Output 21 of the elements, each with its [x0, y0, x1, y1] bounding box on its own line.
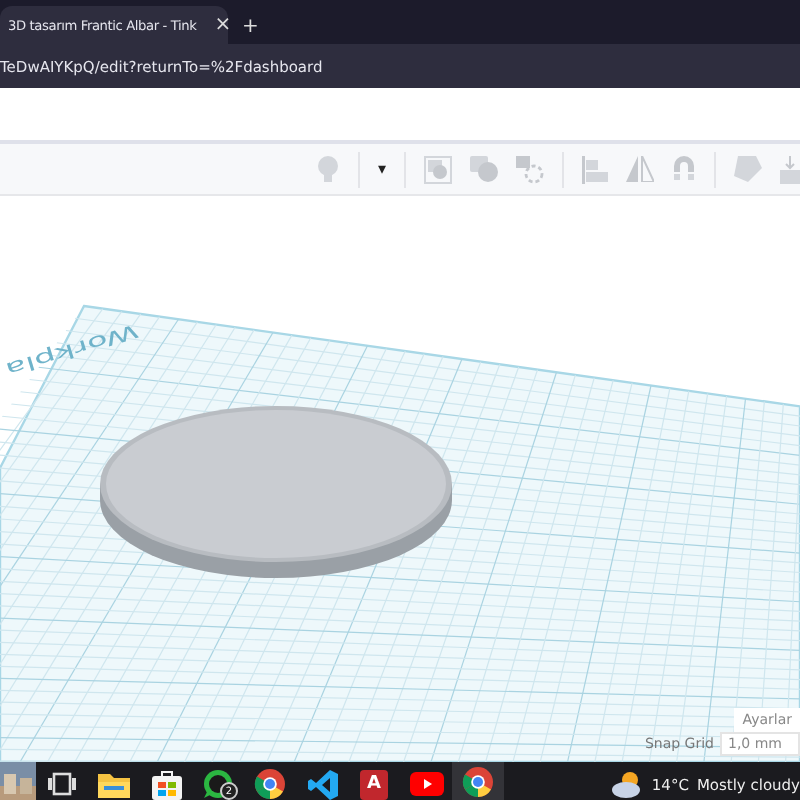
dropdown-caret[interactable]: ▾: [377, 160, 386, 178]
light-bulb-icon[interactable]: [315, 155, 340, 183]
database-app-icon: A: [360, 769, 388, 799]
shapes-icon[interactable]: [470, 156, 498, 182]
folder-icon: [98, 771, 130, 797]
ungroup-icon[interactable]: [516, 155, 544, 183]
note-icon[interactable]: [734, 156, 762, 182]
task-view-icon: [48, 772, 76, 796]
taskbar-app[interactable]: A: [348, 762, 400, 800]
group-icon[interactable]: [424, 155, 452, 183]
browser-icon: [462, 766, 494, 798]
store-bag-icon: [151, 769, 181, 799]
cloudy-weather-icon: [611, 771, 644, 797]
play-icon: [409, 772, 443, 796]
browser-icon: [254, 768, 286, 800]
align-icon[interactable]: [582, 155, 608, 183]
magnet-icon[interactable]: [672, 155, 696, 183]
taskbar-app[interactable]: [452, 762, 504, 800]
mirror-icon[interactable]: [626, 156, 654, 182]
import-icon[interactable]: [780, 155, 800, 183]
code-editor-icon: [307, 769, 337, 799]
